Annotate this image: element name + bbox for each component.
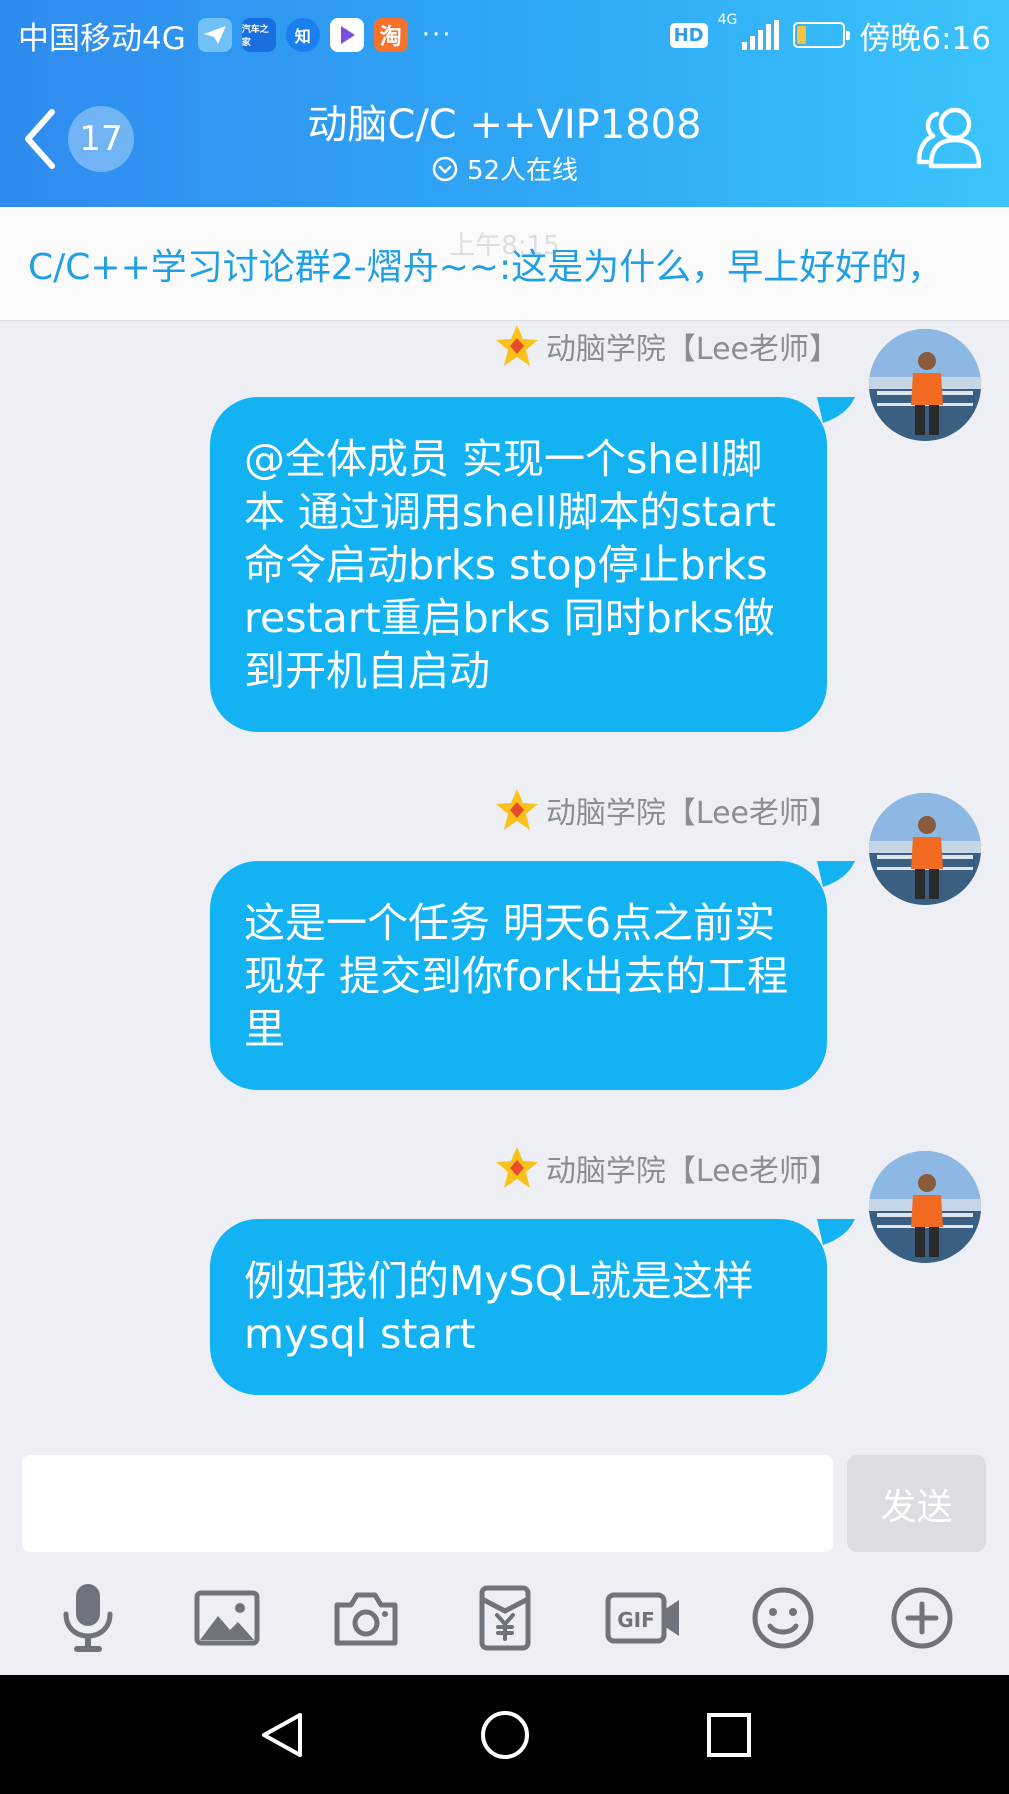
status-bar: 中国移动4G 汽车之家 知 淘 ··· HD 4G 傍晚6:16 <box>0 0 1009 70</box>
group-members-button[interactable] <box>911 100 987 176</box>
send-button[interactable]: 发送 <box>847 1455 986 1552</box>
microphone-icon <box>63 1584 112 1652</box>
system-home-button[interactable] <box>477 1707 533 1763</box>
triangle-back-icon <box>262 1713 302 1757</box>
camera-button[interactable] <box>326 1578 406 1658</box>
composer-toolbar: GIF <box>0 1561 1009 1675</box>
group-title: 动脑C/C ++VIP1808 <box>307 102 702 148</box>
composer-row: 发送 <box>0 1431 1009 1561</box>
message-input[interactable] <box>22 1455 833 1552</box>
red-packet-icon <box>479 1585 530 1651</box>
emoji-button[interactable] <box>743 1578 823 1658</box>
red-packet-button[interactable] <box>465 1578 545 1658</box>
notice-text: C/C++学习讨论群2-熠舟~~:这是为什么，早上好好的， <box>28 246 944 288</box>
zhihu-app-icon: 知 <box>285 18 320 52</box>
message-app-icon <box>197 18 232 52</box>
message-list[interactable]: 动脑学院【Lee老师】 @全体成员 实现一个shell脚本 通过调用shell脚… <box>0 321 1009 1431</box>
message-bubble[interactable]: 这是一个任务 明天6点之前实现好 提交到你fork出去的工程里 <box>210 861 827 1090</box>
camera-icon <box>334 1592 397 1646</box>
top-header: 中国移动4G 汽车之家 知 淘 ··· HD 4G 傍晚6:16 17 动脑C/… <box>0 0 1009 207</box>
online-count: 52人在线 <box>466 156 579 186</box>
video-app-icon <box>329 18 364 52</box>
gif-icon: GIF <box>605 1592 679 1644</box>
star-badge-icon <box>495 1147 538 1188</box>
star-badge-icon <box>495 325 538 366</box>
avatar[interactable] <box>869 1151 981 1263</box>
image-icon <box>194 1590 259 1646</box>
clock: 傍晚6:16 <box>859 20 991 57</box>
sender-name: 动脑学院【Lee老师】 <box>545 332 839 367</box>
people-icon <box>916 107 982 169</box>
avatar[interactable] <box>869 329 981 441</box>
plus-icon <box>891 1587 952 1649</box>
more-notifications-icon: ··· <box>421 20 453 50</box>
square-recents-icon <box>707 1713 751 1757</box>
message-bubble[interactable]: 例如我们的MySQL就是这样 mysql start <box>210 1219 827 1395</box>
carrier-label: 中国移动4G <box>18 20 186 57</box>
network-type: 4G <box>717 11 738 28</box>
sender-name-row: 动脑学院【Lee老师】 <box>494 321 839 371</box>
voice-button[interactable] <box>48 1578 128 1658</box>
sender-name-row: 动脑学院【Lee老师】 <box>494 1143 839 1193</box>
photo-button[interactable] <box>187 1578 267 1658</box>
chat-nav-bar: 17 动脑C/C ++VIP1808 52人在线 <box>0 70 1009 207</box>
avatar[interactable] <box>869 793 981 905</box>
chat-message: 动脑学院【Lee老师】 @全体成员 实现一个shell脚本 通过调用shell脚… <box>0 321 1009 732</box>
autohome-app-icon: 汽车之家 <box>241 18 276 52</box>
taobao-app-icon: 淘 <box>373 18 408 52</box>
star-badge-icon <box>495 789 538 830</box>
more-options-button[interactable] <box>882 1578 962 1658</box>
sender-name: 动脑学院【Lee老师】 <box>545 1154 839 1189</box>
chat-message: 动脑学院【Lee老师】 例如我们的MySQL就是这样 mysql start <box>0 1143 1009 1443</box>
hd-badge: HD <box>669 22 708 48</box>
online-status[interactable]: 52人在线 <box>0 150 1009 187</box>
svg-text:GIF: GIF <box>617 1608 655 1632</box>
circle-home-icon <box>481 1711 529 1759</box>
battery-icon <box>793 22 851 48</box>
sender-name-row: 动脑学院【Lee老师】 <box>494 785 839 835</box>
chat-message: 动脑学院【Lee老师】 这是一个任务 明天6点之前实现好 提交到你fork出去的… <box>0 785 1009 1145</box>
system-navigation-bar <box>0 1675 1009 1794</box>
message-bubble[interactable]: @全体成员 实现一个shell脚本 通过调用shell脚本的start命令启动b… <box>210 397 827 732</box>
group-notice-banner[interactable]: 上午8:15 C/C++学习讨论群2-熠舟~~:这是为什么，早上好好的， <box>0 207 1009 321</box>
signal-icon <box>739 20 780 50</box>
gif-button[interactable]: GIF <box>604 1578 684 1658</box>
system-recents-button[interactable] <box>701 1707 757 1763</box>
emoji-icon <box>752 1587 813 1649</box>
sender-name: 动脑学院【Lee老师】 <box>545 796 839 831</box>
chevron-down-circle-icon <box>432 156 458 181</box>
system-back-button[interactable] <box>254 1707 310 1763</box>
